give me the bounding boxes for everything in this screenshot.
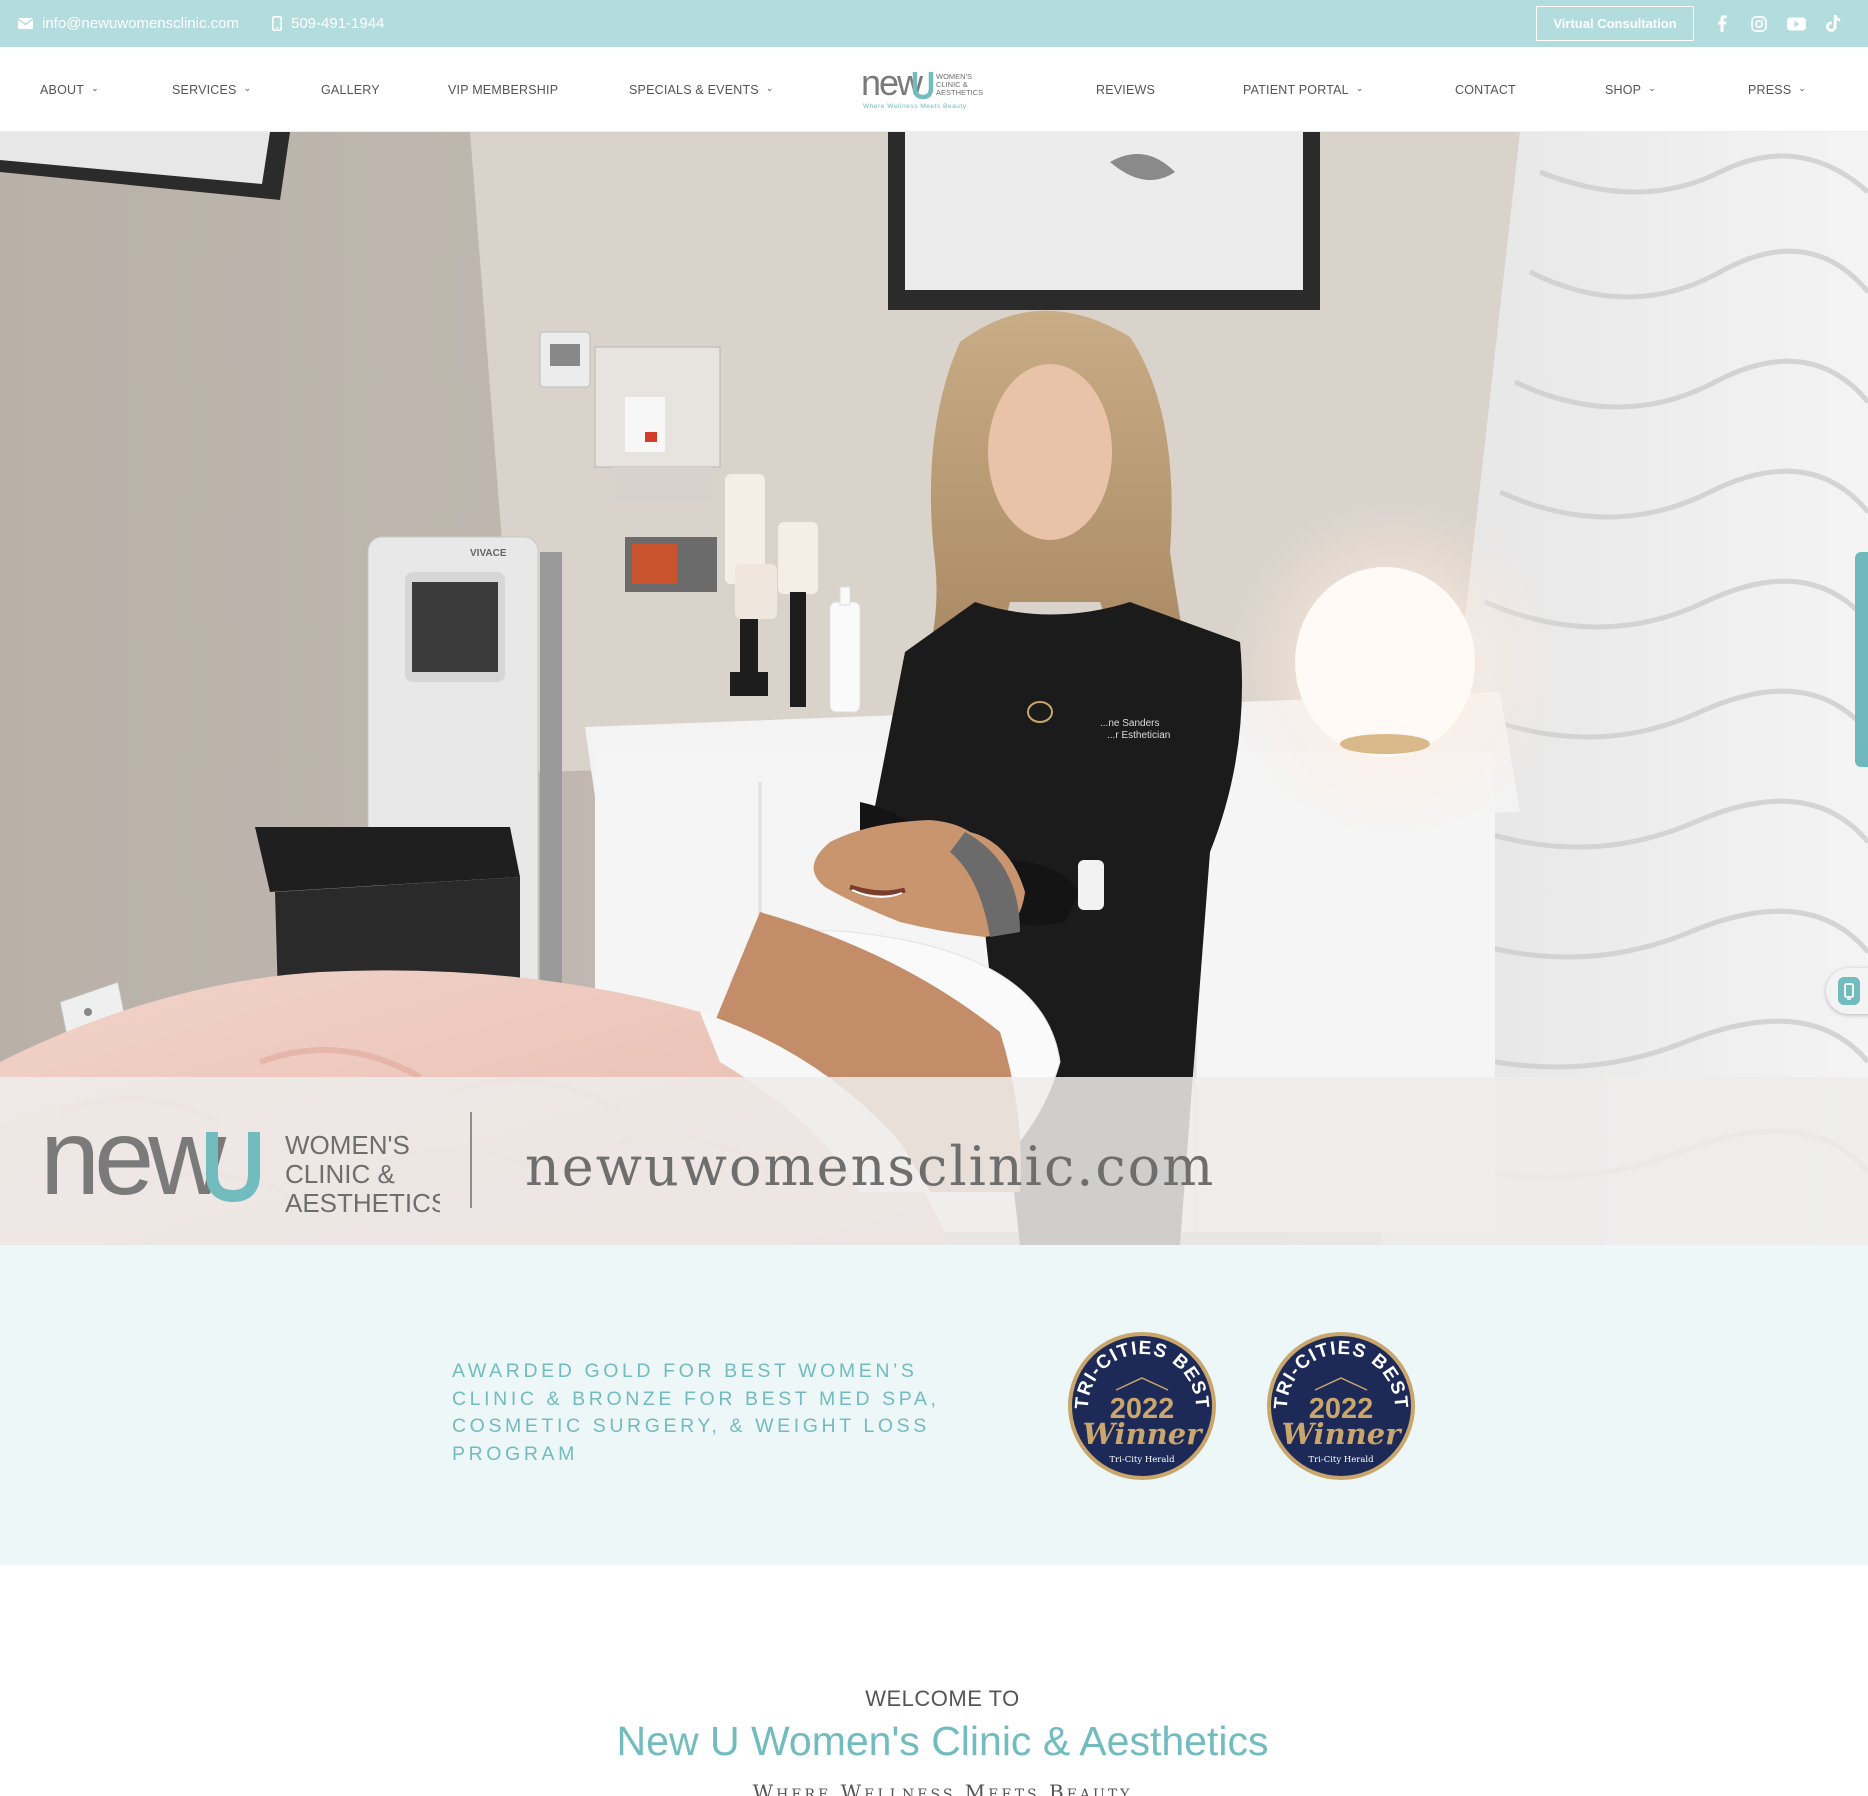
badge-winner: Winner: [1083, 1417, 1205, 1451]
device-label: VIVACE: [470, 548, 507, 559]
logo-line-3: AESTHETICS: [936, 88, 983, 97]
nav-item-press[interactable]: PRESS ⌄: [1748, 47, 1806, 132]
welcome-kicker: WELCOME TO: [865, 1686, 1020, 1711]
scrub-title: ...r Esthetician: [1107, 730, 1170, 741]
badge-source: Tri-City Herald: [1308, 1455, 1374, 1465]
nav-item-gallery[interactable]: GALLERY: [321, 47, 380, 132]
nav-item-label: PRESS: [1748, 82, 1792, 97]
chevron-down-icon: ⌄: [91, 83, 99, 93]
band-logo-line-1: WOMEN'S: [285, 1130, 410, 1160]
side-tab-button[interactable]: [1855, 552, 1868, 767]
envelope-icon: [18, 18, 33, 29]
welcome-subtitle: Where Wellness Meets Beauty: [752, 1780, 1133, 1796]
nav-item-services[interactable]: SERVICES ⌄: [172, 47, 251, 132]
nav-item-about[interactable]: ABOUT ⌄: [40, 47, 99, 132]
award-badge-2: TRI-CITIES BEST 2022 Winner Tri-City Her…: [1267, 1332, 1415, 1480]
hero-band-logo: new WOMEN'S CLINIC & AESTHETICS: [40, 1112, 440, 1218]
nav-item-label: ABOUT: [40, 82, 85, 97]
nav-item-label: REVIEWS: [1096, 82, 1156, 97]
email-text: info@newuwomensclinic.com: [42, 15, 239, 32]
award-badge-1: TRI-CITIES BEST 2022 Winner Tri-City Her…: [1068, 1332, 1216, 1480]
virtual-consultation-button[interactable]: Virtual Consultation: [1536, 6, 1694, 41]
nav-item-vip-membership[interactable]: VIP MEMBERSHIP: [448, 47, 558, 132]
nav-item-label: SHOP: [1605, 82, 1642, 97]
site-logo[interactable]: new WOMEN'S CLINIC & AESTHETICS Where We…: [860, 62, 996, 112]
nav-item-patient-portal[interactable]: PATIENT PORTAL ⌄: [1243, 47, 1364, 132]
nav-item-reviews[interactable]: REVIEWS: [1096, 47, 1155, 132]
chevron-down-icon: ⌄: [1798, 83, 1807, 93]
awards-text: Awarded Gold for Best Women’s Clinic & B…: [452, 1360, 940, 1465]
logo-tagline: Where Wellness Meets Beauty: [863, 103, 967, 110]
scrub-name: ...ne Sanders: [1100, 718, 1159, 729]
band-logo-line-3: AESTHETICS: [285, 1188, 440, 1218]
badge-winner: Winner: [1282, 1417, 1404, 1451]
band-logo-line-2: CLINIC &: [285, 1159, 395, 1189]
badge-source: Tri-City Herald: [1109, 1455, 1175, 1465]
nav-item-shop[interactable]: SHOP ⌄: [1605, 47, 1656, 132]
email-link[interactable]: info@newuwomensclinic.com: [18, 0, 239, 47]
facebook-icon[interactable]: [1709, 0, 1735, 47]
top-contact-bar: info@newuwomensclinic.com 509-491-1944 V…: [0, 0, 1868, 47]
chevron-down-icon: ⌄: [243, 83, 252, 93]
mobile-chat-icon: [1838, 977, 1860, 1005]
nav-item-label: GALLERY: [321, 82, 380, 97]
nav-item-label: CONTACT: [1455, 82, 1516, 97]
nav-item-label: SERVICES: [172, 82, 237, 97]
nav-item-label: SPECIALS & EVENTS: [629, 82, 759, 97]
nav-item-specials-events[interactable]: SPECIALS & EVENTS ⌄: [629, 47, 774, 132]
chevron-down-icon: ⌄: [765, 83, 774, 93]
phone-link[interactable]: 509-491-1944: [272, 0, 384, 47]
mobile-phone-icon: [272, 16, 282, 31]
nav-item-label: PATIENT PORTAL: [1243, 82, 1349, 97]
chevron-down-icon: ⌄: [1648, 83, 1656, 93]
phone-text: 509-491-1944: [291, 15, 385, 32]
chat-button[interactable]: [1826, 968, 1868, 1014]
hero-video[interactable]: VIVACE ...ne Sanders ...r Esthetician ne…: [0, 132, 1868, 1245]
instagram-icon[interactable]: [1746, 0, 1772, 47]
welcome-title: New U Women's Clinic & Aesthetics: [616, 1718, 1269, 1764]
band-logo-wordmark: new: [40, 1112, 227, 1217]
band-website-url: newuwomensclinic.com: [525, 1135, 1216, 1198]
band-divider: [470, 1112, 472, 1208]
youtube-icon[interactable]: [1783, 0, 1809, 47]
nav-item-label: VIP MEMBERSHIP: [448, 82, 559, 97]
chevron-down-icon: ⌄: [1355, 83, 1364, 93]
nav-item-contact[interactable]: CONTACT: [1455, 47, 1516, 132]
tiktok-icon[interactable]: [1820, 0, 1846, 47]
